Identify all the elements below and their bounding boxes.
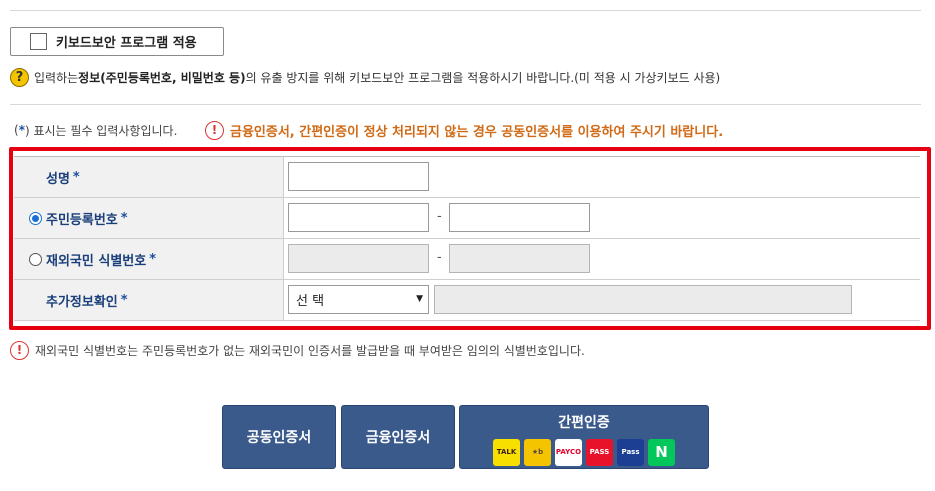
form-row-foreign-id: 재외국민 식별번호 * - xyxy=(14,239,920,280)
rrn-dash: - xyxy=(437,209,442,224)
name-input[interactable] xyxy=(288,162,429,191)
pass-logo: PASS xyxy=(586,439,613,466)
name-header: 성명 * xyxy=(14,157,284,197)
foreign-id-back-input[interactable] xyxy=(449,244,590,273)
samsung-pass-logo: Pass xyxy=(617,439,644,466)
form-row-rrn: 주민등록번호 * - xyxy=(14,198,920,239)
rrn-front-input[interactable] xyxy=(288,203,429,232)
simple-auth-label: 간편인증 xyxy=(558,415,610,431)
keyboard-security-label: 키보드보안 프로그램 적용 xyxy=(56,36,197,51)
foreign-id-radio[interactable] xyxy=(29,252,42,266)
kakao-logo: TALK xyxy=(493,439,520,466)
kb-logo: ★b xyxy=(524,439,551,466)
extra-info-select[interactable]: 선 택 ▼ xyxy=(288,285,429,314)
rrn-radio[interactable] xyxy=(29,211,42,225)
form-row-extra-info: 추가정보확인 * 선 택 ▼ xyxy=(14,280,920,321)
top-divider xyxy=(10,10,921,11)
extra-info-header: 추가정보확인 * xyxy=(14,280,284,320)
warning-icon: ! xyxy=(10,340,29,360)
foreign-id-header: 재외국민 식별번호 * xyxy=(14,239,284,279)
keyboard-security-info: ? 입력하는 정보(주민등록번호, 비밀번호 등) 의 유출 방지를 위해 키보… xyxy=(10,67,720,87)
identity-form: 성명 * 주민등록번호 * - 재외국민 식별번호 * - 추가정보확인 * 선… xyxy=(14,156,920,321)
keyboard-security-toggle[interactable]: 키보드보안 프로그램 적용 xyxy=(10,27,224,56)
middle-divider xyxy=(10,104,921,105)
simple-auth-button[interactable]: 간편인증 TALK ★b PAYCO PASS Pass N xyxy=(459,405,709,469)
question-icon: ? xyxy=(10,67,29,87)
foreign-id-dash: - xyxy=(437,250,442,265)
form-row-name: 성명 * xyxy=(14,157,920,198)
chevron-down-icon: ▼ xyxy=(416,294,423,304)
joint-cert-button[interactable]: 공동인증서 xyxy=(222,405,336,469)
keyboard-security-checkbox[interactable] xyxy=(30,33,47,50)
foreign-id-front-input[interactable] xyxy=(288,244,429,273)
foreign-id-note: ! 재외국민 식별번호는 주민등록번호가 없는 재외국민이 인증서를 발급받을 … xyxy=(10,340,585,360)
naver-logo: N xyxy=(648,439,675,466)
simple-auth-logos: TALK ★b PAYCO PASS Pass N xyxy=(493,439,675,466)
payco-logo: PAYCO xyxy=(555,439,582,466)
extra-info-input[interactable] xyxy=(434,285,852,314)
rrn-back-input[interactable] xyxy=(449,203,590,232)
financial-cert-button[interactable]: 금융인증서 xyxy=(341,405,455,469)
warning-icon: ! xyxy=(205,120,224,140)
rrn-header: 주민등록번호 * xyxy=(14,198,284,238)
cert-warning: ! 금융인증서, 간편인증이 정상 처리되지 않는 경우 공동인증서를 이용하여… xyxy=(205,119,723,141)
required-note: ( * ) 표시는 필수 입력사항입니다. xyxy=(14,123,178,138)
